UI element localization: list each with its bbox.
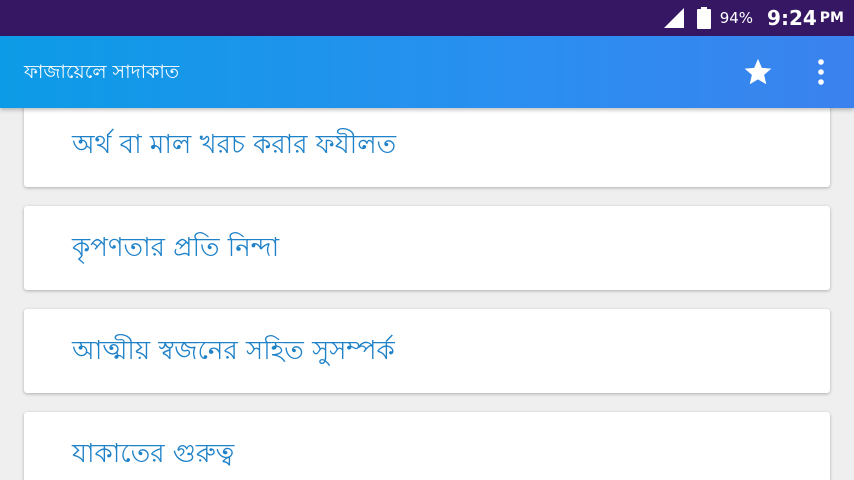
app-title: ফাজায়েলে সাদাকাত [24,61,180,83]
list-item-label: আত্মীয় স্বজনের সহিত সুসম্পর্ক [72,336,395,366]
list-item[interactable]: অর্থ বা মাল খরচ করার ফযীলত [24,108,830,187]
battery-percent: 94% [719,9,754,27]
list-item-label: যাকাতের গুরুত্ব [72,439,235,469]
status-icons: 94% 9:24 PM [663,0,844,36]
star-icon [744,58,772,85]
battery-icon [696,7,711,29]
signal-icon [663,8,684,28]
clock-ampm: PM [819,10,844,26]
topic-list: অর্থ বা মাল খরচ করার ফযীলত কৃপণতার প্রতি… [0,108,854,480]
overflow-menu-icon [818,59,824,85]
favorite-button[interactable] [736,52,780,92]
clock: 9:24 [767,6,817,30]
list-item-label: কৃপণতার প্রতি নিন্দা [72,233,280,263]
app-bar: ফাজায়েলে সাদাকাত [0,36,854,108]
overflow-menu-button[interactable] [803,52,839,92]
list-item[interactable]: কৃপণতার প্রতি নিন্দা [24,206,830,290]
list-item[interactable]: যাকাতের গুরুত্ব [24,412,830,480]
status-bar: 94% 9:24 PM [0,0,854,36]
list-item-label: অর্থ বা মাল খরচ করার ফযীলত [72,130,397,160]
list-item[interactable]: আত্মীয় স্বজনের সহিত সুসম্পর্ক [24,309,830,393]
